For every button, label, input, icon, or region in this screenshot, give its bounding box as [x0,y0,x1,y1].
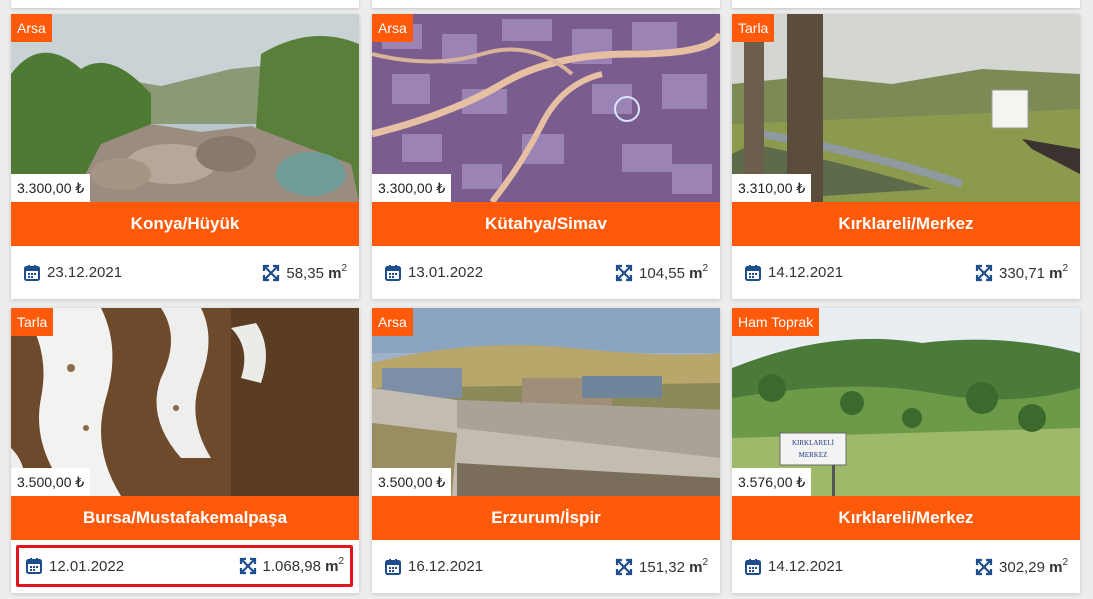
sign-line-2: MERKEZ [799,451,828,459]
calendar-icon [23,264,41,282]
listing-date: 16.12.2021 [408,558,484,575]
listing-date: 23.12.2021 [47,264,123,281]
listing-photo[interactable]: Tarla 3.500,00 ₺ [11,308,359,496]
listing-photo[interactable]: KIRKLARELİ MERKEZ Ham Toprak 3.576,00 ₺ [732,308,1080,496]
listing-card[interactable]: Arsa 3.300,00 ₺ Konya/Hüyük 23.12.2021 5… [11,14,359,299]
property-type-badge: Arsa [11,14,52,42]
property-type-badge: Ham Toprak [732,308,820,336]
location-title[interactable]: Kırklareli/Merkez [732,496,1080,540]
property-type-badge: Arsa [372,14,413,42]
location-title[interactable]: Konya/Hüyük [11,202,359,246]
area-info: 302,29 m2 [975,556,1068,576]
listing-area: 104,55 m2 [639,262,708,282]
listing-photo[interactable]: Arsa 3.300,00 ₺ [11,14,359,202]
previous-card-edge [372,0,720,8]
location-title[interactable]: Bursa/Mustafakemalpaşa [11,496,359,540]
expand-arrows-icon [615,264,633,282]
listing-date: 13.01.2022 [408,264,484,281]
listing-date: 14.12.2021 [768,264,844,281]
date-info: 13.01.2022 [384,264,483,282]
property-type-badge: Tarla [11,308,54,336]
listing-card[interactable]: KIRKLARELİ MERKEZ Ham Toprak 3.576,00 ₺ … [732,308,1080,593]
calendar-icon [744,558,762,576]
listing-grid: Arsa 3.300,00 ₺ Konya/Hüyük 23.12.2021 5… [0,0,1093,599]
location-title[interactable]: Erzurum/İspir [372,496,720,540]
expand-arrows-icon [975,558,993,576]
date-info: 12.01.2022 [25,557,124,575]
listing-area: 151,32 m2 [639,556,708,576]
listing-photo[interactable]: Arsa 3.500,00 ₺ [372,308,720,496]
listing-area: 330,71 m2 [999,262,1068,282]
listing-meta: 14.12.2021 330,71 m2 [732,246,1080,299]
listing-photo[interactable]: Tarla 3.310,00 ₺ [732,14,1080,202]
area-info: 330,71 m2 [975,262,1068,282]
listing-area: 58,35 m2 [286,262,347,282]
price-badge: 3.300,00 ₺ [372,174,452,202]
price-badge: 3.310,00 ₺ [732,174,812,202]
listing-card[interactable]: Arsa 3.500,00 ₺ Erzurum/İspir 16.12.2021… [372,308,720,593]
property-type-badge: Arsa [372,308,413,336]
sign-line-1: KIRKLARELİ [792,439,835,447]
price-badge: 3.500,00 ₺ [11,468,91,496]
calendar-icon [25,557,43,575]
expand-arrows-icon [239,557,257,575]
calendar-icon [744,264,762,282]
listing-area: 302,29 m2 [999,556,1068,576]
property-type-badge: Tarla [732,14,775,42]
area-info: 104,55 m2 [615,262,708,282]
expand-arrows-icon [975,264,993,282]
listing-card[interactable]: Arsa 3.300,00 ₺ Kütahya/Simav 13.01.2022… [372,14,720,299]
date-info: 23.12.2021 [23,264,122,282]
listing-meta: 13.01.2022 104,55 m2 [372,246,720,299]
calendar-icon [384,264,402,282]
listing-date: 14.12.2021 [768,558,844,575]
price-badge: 3.576,00 ₺ [732,468,812,496]
price-badge: 3.500,00 ₺ [372,468,452,496]
location-title[interactable]: Kırklareli/Merkez [732,202,1080,246]
previous-card-edge [11,0,359,8]
price-badge: 3.300,00 ₺ [11,174,91,202]
date-info: 14.12.2021 [744,558,843,576]
listing-area: 1.068,98 m2 [262,556,344,575]
listing-meta: 23.12.2021 58,35 m2 [11,246,359,299]
listing-card[interactable]: Tarla 3.500,00 ₺ Bursa/Mustafakemalpaşa … [11,308,359,593]
listing-meta: 16.12.2021 151,32 m2 [372,540,720,593]
listing-date: 12.01.2022 [49,557,125,575]
listing-meta: 14.12.2021 302,29 m2 [732,540,1080,593]
calendar-icon [384,558,402,576]
expand-arrows-icon [615,558,633,576]
area-info: 151,32 m2 [615,556,708,576]
previous-card-edge [732,0,1080,8]
area-info: 1.068,98 m2 [239,556,344,575]
date-info: 16.12.2021 [384,558,483,576]
date-info: 14.12.2021 [744,264,843,282]
listing-photo[interactable]: Arsa 3.300,00 ₺ [372,14,720,202]
expand-arrows-icon [262,264,280,282]
listing-card[interactable]: Tarla 3.310,00 ₺ Kırklareli/Merkez 14.12… [732,14,1080,299]
listing-meta-highlighted: 12.01.2022 1.068,98 m2 [16,545,353,587]
location-title[interactable]: Kütahya/Simav [372,202,720,246]
area-info: 58,35 m2 [262,262,347,282]
